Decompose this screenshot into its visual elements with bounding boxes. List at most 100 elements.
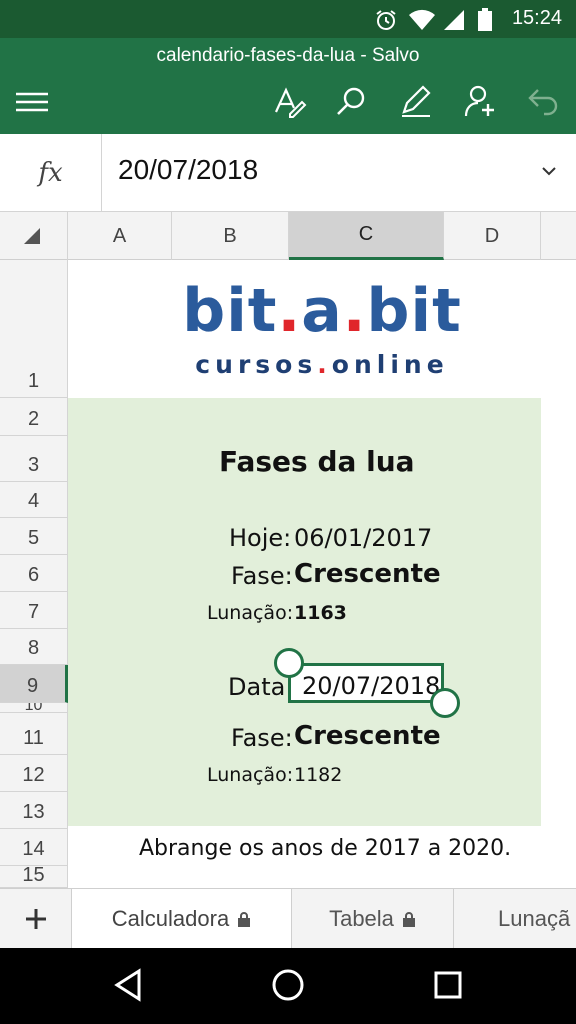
logo-letter: i [226,276,248,346]
column-header-b[interactable]: B [172,212,289,260]
add-person-icon [464,85,494,117]
lunation-label: Lunação: [207,602,294,624]
sheet-tabs-bar: Calculadora Tabela Lunaçã [0,888,576,949]
logo-text-main: bit.a.bit [182,278,462,344]
share-button[interactable] [460,82,500,122]
row-header-8[interactable]: 8 [0,629,68,665]
row-header-15[interactable]: 15 [0,866,68,888]
row-header-3[interactable]: 3 [0,436,68,482]
logo-letter: o [275,350,298,379]
undo-icon [528,89,558,116]
home-icon[interactable] [271,968,305,1002]
formula-bar: fx 20/07/2018 [0,134,576,212]
tab-label: Lunaçã [498,906,571,931]
logo-dot: . [277,276,302,346]
logo-letter: a [301,276,343,346]
lunation2-value: 1182 [294,764,343,786]
wifi-icon [409,9,435,30]
today-value: 06/01/2017 [294,524,433,552]
row-header-7[interactable]: 7 [0,592,68,629]
logo-letter: o [331,350,354,379]
pen-icon [402,85,431,117]
row-header-5[interactable]: 5 [0,518,68,555]
logo-letter: s [297,350,318,379]
tab-label: Tabela [329,906,394,931]
add-sheet-button[interactable] [0,889,72,949]
document-title: calendario-fases-da-lua - Salvo [156,45,420,66]
menu-button[interactable] [12,82,52,122]
alarm-icon [376,10,396,30]
lunation-value: 1163 [294,602,347,624]
footnote: Abrange os anos de 2017 a 2020. [139,836,512,861]
back-icon[interactable] [112,968,144,1002]
recents-icon[interactable] [433,970,463,1000]
row-header-12[interactable]: 12 [0,755,68,792]
logo-dot: . [342,276,367,346]
row-header-14[interactable]: 14 [0,829,68,866]
tab-tabela[interactable]: Tabela [292,889,454,949]
tab-label: Calculadora [111,906,230,931]
selection-handle-end[interactable] [430,688,460,718]
app-toolbar: calendario-fases-da-lua - Salvo [0,38,576,134]
logo-letter: n [403,350,427,379]
select-all-corner[interactable] [0,212,68,260]
lunation2-label: Lunação: [207,764,294,786]
today-label: Hoje: [229,524,292,552]
corner-triangle-icon [24,228,40,244]
format-text-button[interactable] [270,82,310,122]
logo-letter: i [390,350,404,379]
phase-value: Crescente [294,559,441,589]
logo-letter: b [366,276,411,346]
logo-letter: u [215,350,238,379]
phase2-label: Fase: [231,724,293,752]
phase2-value: Crescente [294,721,441,751]
logo-letter: b [182,276,227,346]
lock-icon [238,912,251,927]
row-header-9[interactable]: 9 [0,665,68,703]
column-header-c[interactable]: C [289,212,444,260]
tab-calculadora[interactable]: Calculadora [72,889,292,949]
bitabit-logo: bit.a.bit cursos.online [182,278,462,388]
status-time: 15:24 [511,7,562,29]
column-header-d[interactable]: D [444,212,541,260]
column-headers: A B C D [0,212,576,260]
phase-label: Fase: [231,562,293,590]
row-header-13[interactable]: 13 [0,792,68,829]
search-button[interactable] [332,82,372,122]
logo-letter: l [376,350,391,379]
logo-letter: c [195,350,216,379]
lock-icon [402,912,415,927]
plus-icon [25,909,46,929]
text-format-icon [274,87,307,118]
row-header-10[interactable]: 10 [0,703,68,713]
date-value[interactable]: 20/07/2018 [302,672,440,700]
logo-letter: s [255,350,276,379]
selection-handle-start[interactable] [274,648,304,678]
logo-letter: i [410,276,433,346]
column-header-a[interactable]: A [68,212,172,260]
function-button[interactable]: fx [0,134,102,212]
signal-icon [444,10,464,30]
logo-letter: r [237,350,256,379]
row-header-11[interactable]: 11 [0,713,68,755]
row-header-1[interactable]: 1 [0,260,68,398]
android-nav-bar [0,948,576,1024]
row-header-4[interactable]: 4 [0,482,68,518]
hamburger-icon [16,92,48,112]
tab-lunacao[interactable]: Lunaçã [454,889,576,949]
draw-button[interactable] [396,82,436,122]
row-header-2[interactable]: 2 [0,398,68,436]
undo-button[interactable] [522,82,562,122]
logo-letter: e [426,350,449,379]
logo-text-sub: cursos.online [182,348,462,382]
search-icon [337,87,365,115]
chevron-down-icon[interactable] [540,162,558,180]
status-bar: 15:24 [0,0,576,38]
battery-icon [478,8,492,31]
logo-letter: t [432,276,462,346]
formula-input[interactable]: 20/07/2018 [118,154,258,186]
logo-dot: . [317,350,332,379]
row-header-6[interactable]: 6 [0,555,68,592]
logo-letter: n [353,350,377,379]
sheet-heading: Fases da lua [219,445,415,478]
